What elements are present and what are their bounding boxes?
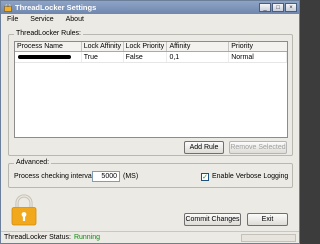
column-header-lock-affinity[interactable]: Lock Affinity (82, 42, 124, 51)
window-controls: _ □ × (258, 3, 297, 12)
minimize-button[interactable]: _ (259, 3, 271, 12)
window-title: ThreadLocker Settings (15, 3, 97, 12)
status-label: ThreadLocker Status: (4, 234, 71, 241)
status-panel (241, 234, 296, 242)
cell-affinity: 0,1 (167, 52, 230, 62)
menu-service[interactable]: Service (24, 16, 59, 23)
column-header-process-name[interactable]: Process Name (15, 42, 82, 51)
interval-label: Process checking interval: (14, 173, 96, 180)
close-button[interactable]: × (285, 3, 297, 12)
verbose-logging-label: Enable Verbose Logging (212, 173, 289, 180)
menu-about[interactable]: About (60, 16, 90, 23)
app-icon (4, 2, 12, 12)
cell-process-name (15, 52, 82, 62)
interval-unit: (MS) (123, 173, 139, 180)
cell-lock-priority: False (124, 52, 168, 62)
rules-table[interactable]: Process Name Lock Affinity Lock Priority… (14, 41, 288, 138)
cell-priority: Normal (229, 52, 287, 62)
cell-lock-affinity: True (82, 52, 124, 62)
interval-input[interactable] (92, 171, 120, 182)
commit-changes-button[interactable]: Commit Changes (184, 213, 241, 226)
table-row[interactable]: True False 0,1 Normal (15, 52, 287, 63)
column-header-priority[interactable]: Priority (229, 42, 287, 51)
main-window: ThreadLocker Settings _ □ × File Service… (0, 0, 300, 244)
rules-table-header: Process Name Lock Affinity Lock Priority… (15, 42, 287, 52)
maximize-button[interactable]: □ (272, 3, 284, 12)
title-bar[interactable]: ThreadLocker Settings _ □ × (1, 1, 299, 14)
padlock-icon (11, 194, 37, 226)
menu-file[interactable]: File (1, 16, 24, 23)
column-header-affinity[interactable]: Affinity (167, 42, 230, 51)
remove-selected-button[interactable]: Remove Selected (229, 141, 287, 154)
status-value: Running (73, 234, 101, 241)
advanced-group-legend: Advanced: (14, 159, 52, 166)
exit-button[interactable]: Exit (247, 213, 288, 226)
rules-group-legend: ThreadLocker Rules: (14, 30, 83, 37)
status-bar: ThreadLocker Status: Running (1, 231, 299, 243)
menu-bar: File Service About (1, 14, 299, 25)
verbose-logging-checkbox[interactable]: ✓ (201, 173, 209, 181)
column-header-lock-priority[interactable]: Lock Priority (124, 42, 168, 51)
redaction-mark (18, 55, 71, 60)
add-rule-button[interactable]: Add Rule (184, 141, 224, 154)
